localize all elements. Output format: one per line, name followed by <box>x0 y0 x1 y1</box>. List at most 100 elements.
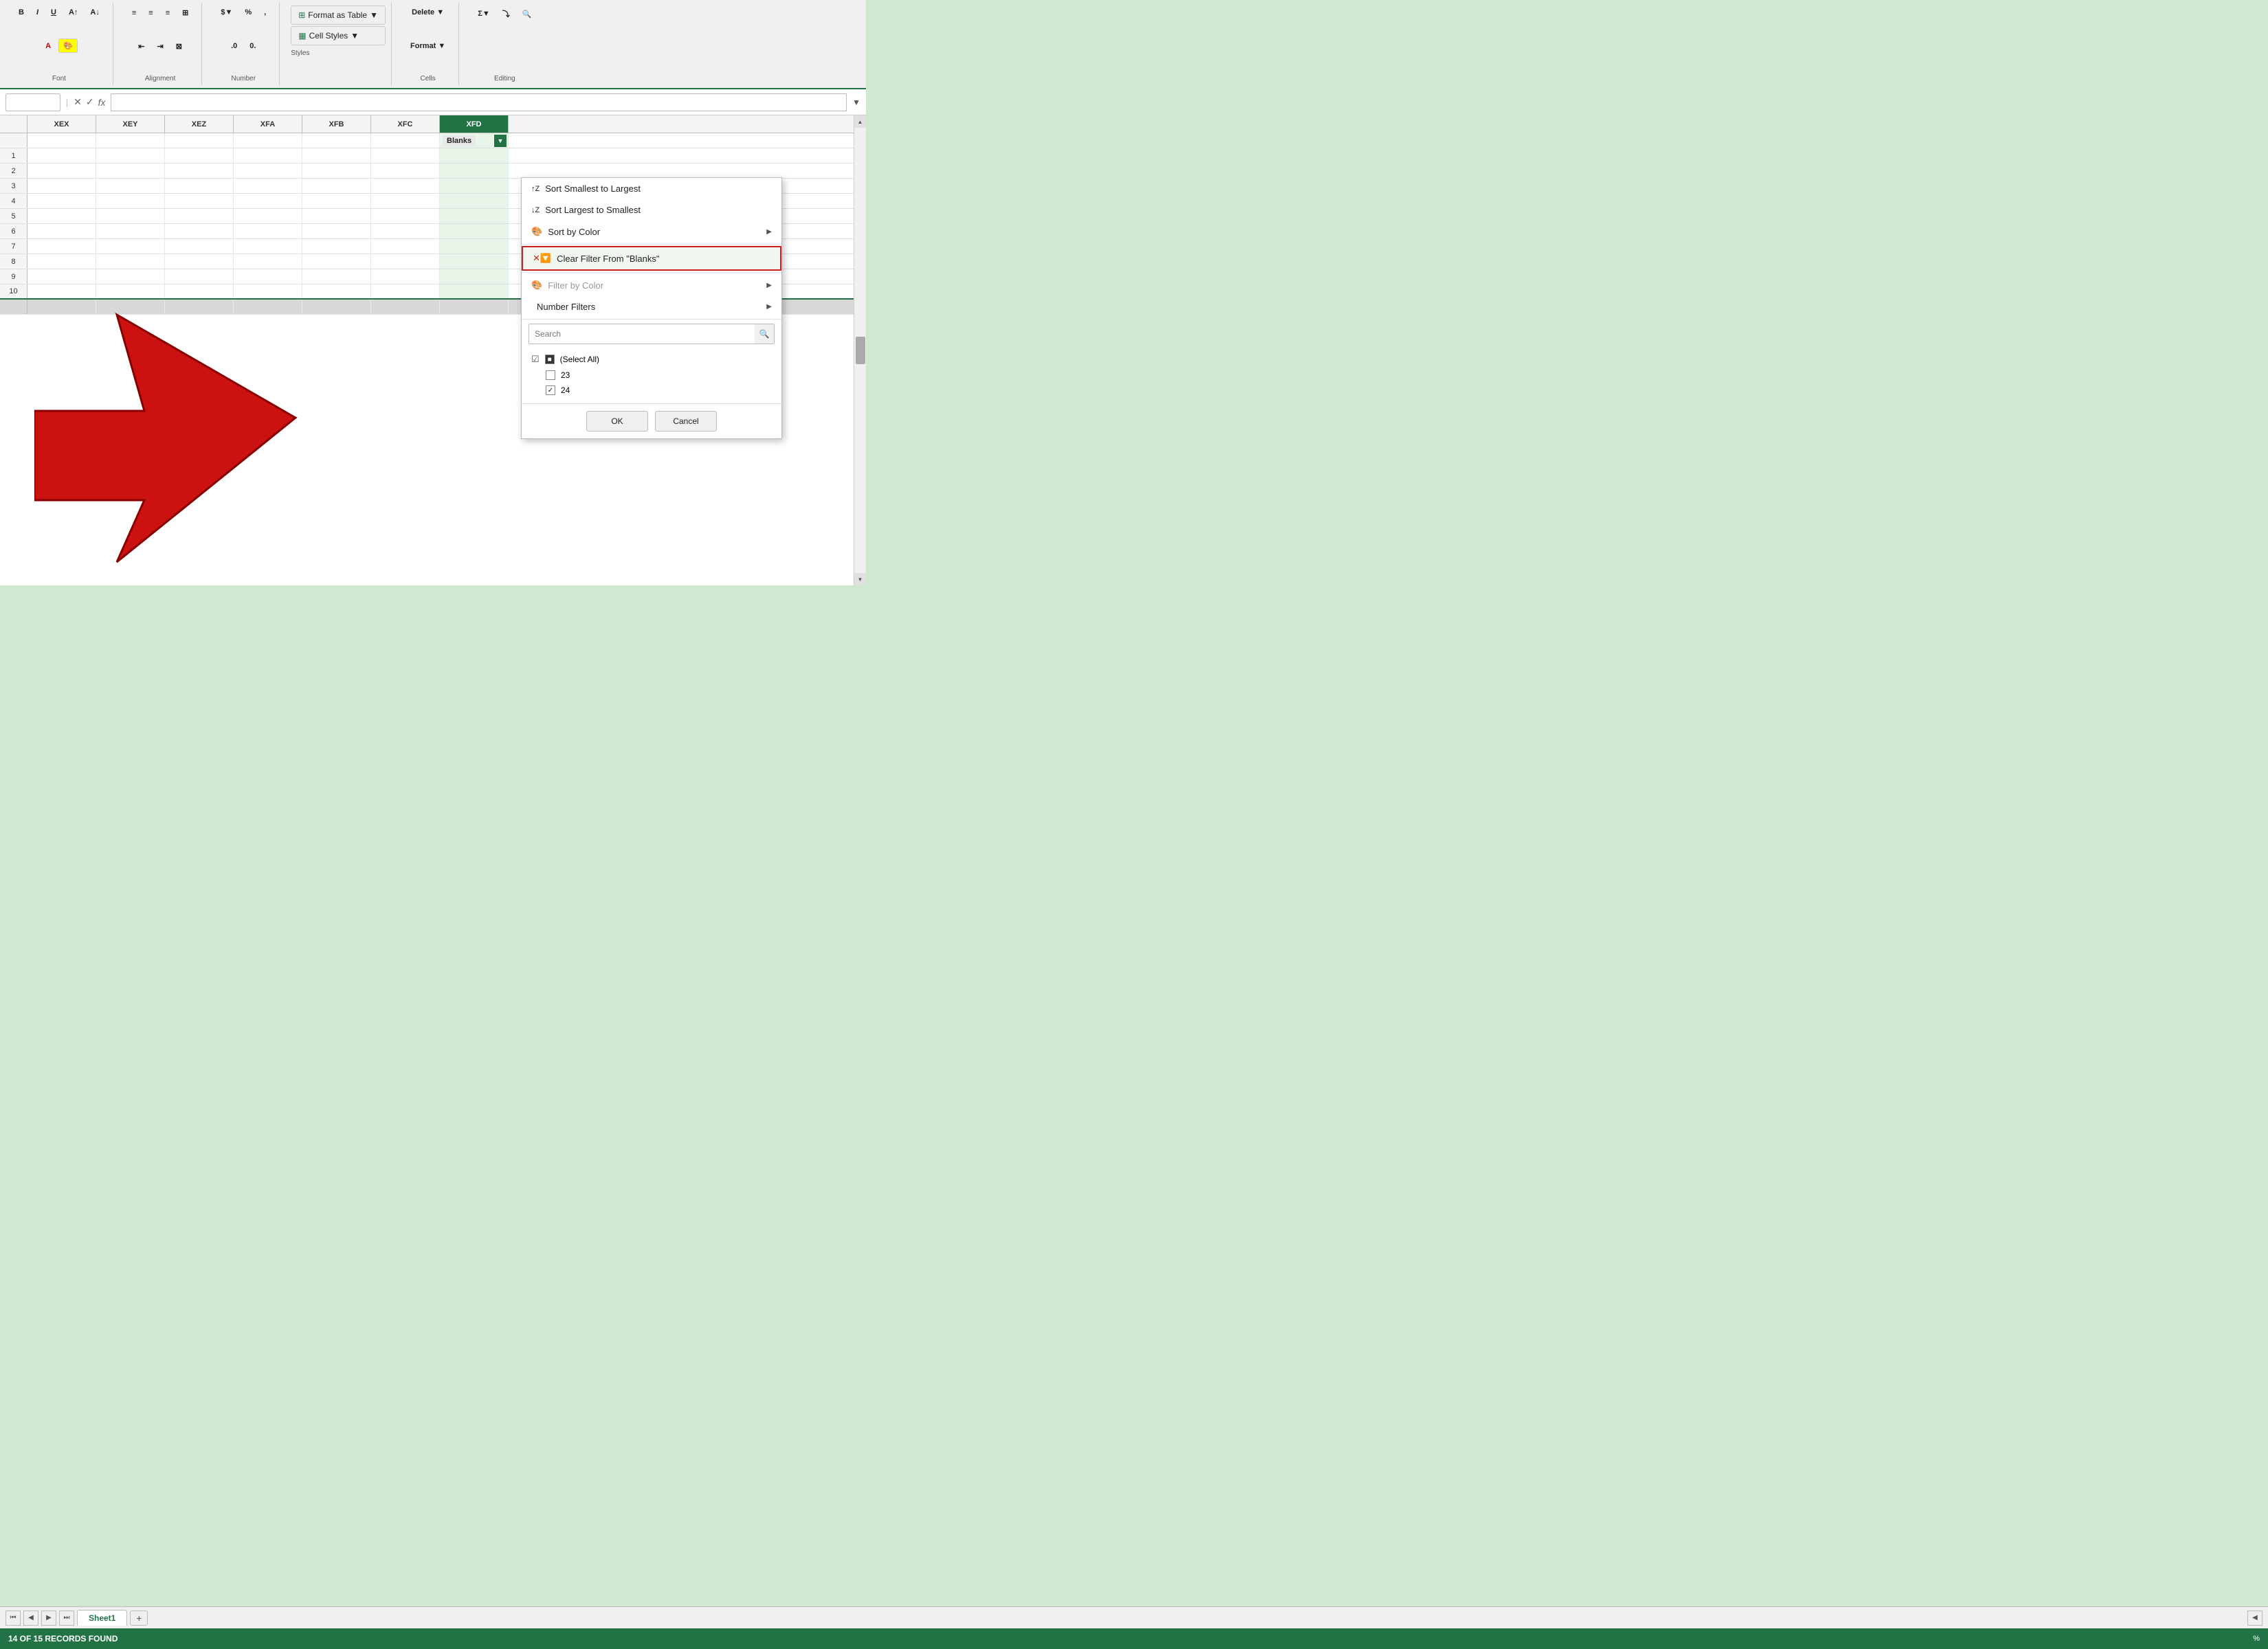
clear-filter-item[interactable]: ✕🔽 Clear Filter From "Blanks" <box>522 246 781 271</box>
cell-10-xey[interactable] <box>96 284 165 298</box>
cell-4-xfd[interactable] <box>440 194 509 208</box>
col-header-xey[interactable]: XEY <box>96 115 165 133</box>
format-as-table-button[interactable]: ⊞ Format as Table ▼ <box>291 5 386 25</box>
cell-10-xfa[interactable] <box>234 284 302 298</box>
item-23-checkbox[interactable] <box>546 370 555 380</box>
col-header-xfa[interactable]: XFA <box>234 115 302 133</box>
cell-7-xez[interactable] <box>165 239 234 254</box>
cell-7-xex[interactable] <box>27 239 96 254</box>
cell-2-xfc[interactable] <box>371 164 440 178</box>
name-box[interactable] <box>5 93 60 111</box>
number-filters-item[interactable]: Number Filters ▶ <box>522 296 781 317</box>
cell-10-xfd[interactable] <box>440 284 509 298</box>
autosum-button[interactable]: Σ▼ <box>473 7 495 21</box>
cell-6-xfd[interactable] <box>440 224 509 238</box>
cell-8-xez[interactable] <box>165 254 234 269</box>
cell-2-xfb[interactable] <box>302 164 371 178</box>
cell-5-xfa[interactable] <box>234 209 302 223</box>
filter-item-24[interactable]: ✓ 24 <box>529 383 775 398</box>
col-header-xex[interactable]: XEX <box>27 115 96 133</box>
cell-11-xfc[interactable] <box>371 300 440 314</box>
cell-11-xfd[interactable] <box>440 300 509 314</box>
confirm-icon[interactable]: ✓ <box>86 96 94 108</box>
increase-indent-button[interactable]: ⇥ <box>153 39 168 54</box>
sort-by-color-item[interactable]: 🎨 Sort by Color ▶ <box>522 221 781 243</box>
cell-5-xfc[interactable] <box>371 209 440 223</box>
cell-8-xfd[interactable] <box>440 254 509 269</box>
cell-2-xez[interactable] <box>165 164 234 178</box>
cell-6-xfc[interactable] <box>371 224 440 238</box>
cell-8-xex[interactable] <box>27 254 96 269</box>
percent-button[interactable]: % <box>240 5 256 19</box>
cell-9-xfa[interactable] <box>234 269 302 284</box>
sheet-nav-first[interactable]: ⏮ <box>5 1611 21 1626</box>
decrease-indent-button[interactable]: ⇤ <box>133 39 149 54</box>
font-color-button[interactable]: A <box>41 39 56 53</box>
cell-2-xex[interactable] <box>27 164 96 178</box>
cell-4-xez[interactable] <box>165 194 234 208</box>
cancel-icon[interactable]: ✕ <box>74 96 82 108</box>
cell-6-xfa[interactable] <box>234 224 302 238</box>
filter-select-all-item[interactable]: ☑ ■ (Select All) <box>529 351 775 368</box>
align-center-button[interactable]: ≡ <box>144 6 157 20</box>
cell-8-xfc[interactable] <box>371 254 440 269</box>
format-button[interactable]: Format ▼ <box>405 39 450 53</box>
cell-4-xex[interactable] <box>27 194 96 208</box>
cell-11-xfb[interactable] <box>302 300 371 314</box>
formula-bar-expand-icon[interactable]: ▼ <box>852 98 860 107</box>
cell-4-xfc[interactable] <box>371 194 440 208</box>
cell-11-xez[interactable] <box>165 300 234 314</box>
decimal-inc-button[interactable]: .0 <box>226 39 242 53</box>
item-24-checkbox[interactable]: ✓ <box>546 385 555 395</box>
cell-9-xey[interactable] <box>96 269 165 284</box>
cell-7-xfd[interactable] <box>440 239 509 254</box>
cell-6-xey[interactable] <box>96 224 165 238</box>
cell-8-xfb[interactable] <box>302 254 371 269</box>
cell-11-xfa[interactable] <box>234 300 302 314</box>
delete-button[interactable]: Delete ▼ <box>407 5 449 19</box>
filter-item-23[interactable]: 23 <box>529 368 775 383</box>
cell-3-xex[interactable] <box>27 179 96 193</box>
fill-color-button[interactable]: 🎨 <box>58 38 78 53</box>
cell-10-xfc[interactable] <box>371 284 440 298</box>
cell-3-xfb[interactable] <box>302 179 371 193</box>
cell-1-xey[interactable] <box>96 148 165 163</box>
cell-5-xfb[interactable] <box>302 209 371 223</box>
search-icon[interactable]: 🔍 <box>755 324 774 344</box>
cell-7-xfc[interactable] <box>371 239 440 254</box>
bold-button[interactable]: B <box>14 5 29 19</box>
vertical-scrollbar[interactable]: ▲ ▼ <box>854 115 866 585</box>
cell-9-xfc[interactable] <box>371 269 440 284</box>
cell-9-xez[interactable] <box>165 269 234 284</box>
cell-4-xey[interactable] <box>96 194 165 208</box>
cell-6-xex[interactable] <box>27 224 96 238</box>
sheet-tab-sheet1[interactable]: Sheet1 <box>77 1610 127 1626</box>
select-all-checkbox[interactable]: ■ <box>545 355 555 364</box>
col-header-xfb[interactable]: XFB <box>302 115 371 133</box>
filter-cancel-button[interactable]: Cancel <box>655 411 717 431</box>
cell-0-xfb[interactable] <box>302 133 371 148</box>
cell-3-xez[interactable] <box>165 179 234 193</box>
cell-9-xfd[interactable] <box>440 269 509 284</box>
col-header-xfc[interactable]: XFC <box>371 115 440 133</box>
align-right-button[interactable]: ≡ <box>161 6 175 20</box>
filter-search-input[interactable] <box>529 326 755 342</box>
cell-9-xex[interactable] <box>27 269 96 284</box>
cell-0-xfa[interactable] <box>234 133 302 148</box>
cell-1-xfa[interactable] <box>234 148 302 163</box>
cell-3-xfa[interactable] <box>234 179 302 193</box>
cell-styles-button[interactable]: ▦ Cell Styles ▼ <box>291 26 386 45</box>
add-sheet-button[interactable]: + <box>130 1611 148 1626</box>
scroll-up-arrow[interactable]: ▲ <box>854 115 866 128</box>
cell-10-xfb[interactable] <box>302 284 371 298</box>
underline-button[interactable]: U <box>46 5 61 19</box>
cell-1-xfd[interactable] <box>440 148 509 163</box>
cell-2-xfd[interactable] <box>440 164 509 178</box>
col-header-xfd[interactable]: XFD <box>440 115 509 133</box>
horizontal-scroll-left[interactable]: ◀ <box>2247 1611 2263 1626</box>
italic-button[interactable]: I <box>32 5 43 19</box>
cell-6-xfb[interactable] <box>302 224 371 238</box>
cell-10-xez[interactable] <box>165 284 234 298</box>
cell-0-xfd[interactable]: Blanks ▼ <box>440 133 509 148</box>
cell-1-xfc[interactable] <box>371 148 440 163</box>
